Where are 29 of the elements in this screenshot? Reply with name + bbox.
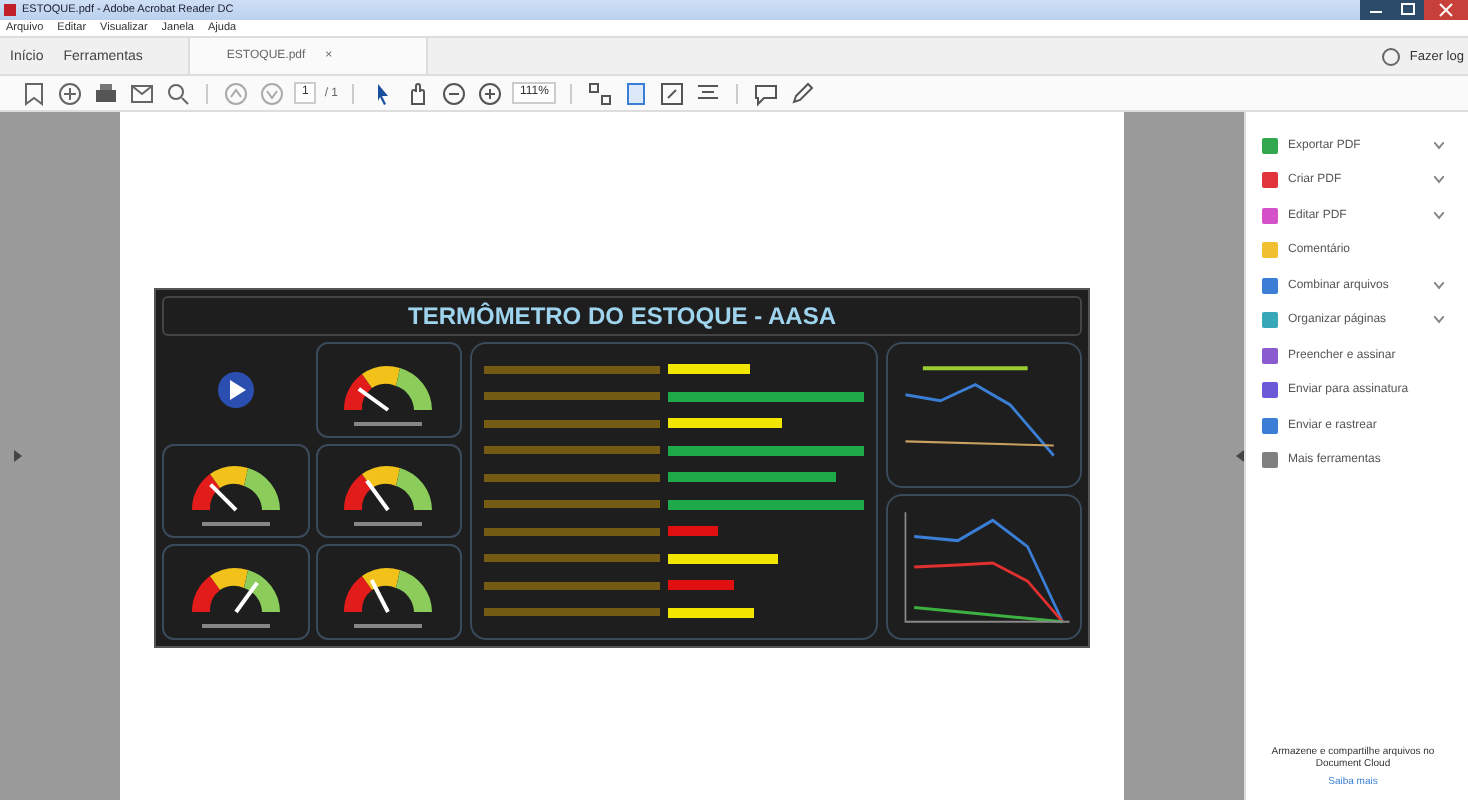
- app-icon: [4, 4, 16, 16]
- mail-icon[interactable]: [128, 79, 156, 107]
- bookmark-icon[interactable]: [20, 79, 48, 107]
- close-button[interactable]: [1424, 0, 1468, 20]
- zoom-in-icon[interactable]: [476, 79, 505, 107]
- print-icon[interactable]: [92, 79, 120, 107]
- gauge-drawing: [191, 467, 280, 513]
- play-icon[interactable]: [215, 369, 256, 410]
- zoom-out-icon[interactable]: [440, 79, 469, 107]
- gauge-drawing: [191, 568, 280, 614]
- minimize-button[interactable]: [1360, 0, 1392, 20]
- chevron-icon[interactable]: [1434, 281, 1444, 290]
- fit-page-icon[interactable]: [586, 79, 615, 107]
- chevron-icon[interactable]: [1434, 141, 1444, 150]
- search-icon[interactable]: [164, 79, 192, 107]
- chevron-icon[interactable]: [1434, 176, 1444, 185]
- page-icon[interactable]: [622, 79, 651, 107]
- gauge-drawing: [344, 568, 433, 614]
- gauge-drawing: [344, 467, 433, 513]
- comment-icon[interactable]: [752, 79, 781, 107]
- chevron-icon[interactable]: [1434, 316, 1444, 325]
- gauge-drawing: [344, 365, 433, 412]
- help-icon[interactable]: [1381, 47, 1400, 65]
- maximize-button[interactable]: [1392, 0, 1424, 20]
- fullscreen-icon[interactable]: [658, 79, 687, 107]
- chevron-icon[interactable]: [1434, 211, 1444, 220]
- dashboard-title: TERMÔMETRO DO ESTOQUE - AASA: [407, 302, 836, 330]
- pen-icon[interactable]: [788, 79, 817, 107]
- expand-handle-icon[interactable]: [14, 450, 22, 462]
